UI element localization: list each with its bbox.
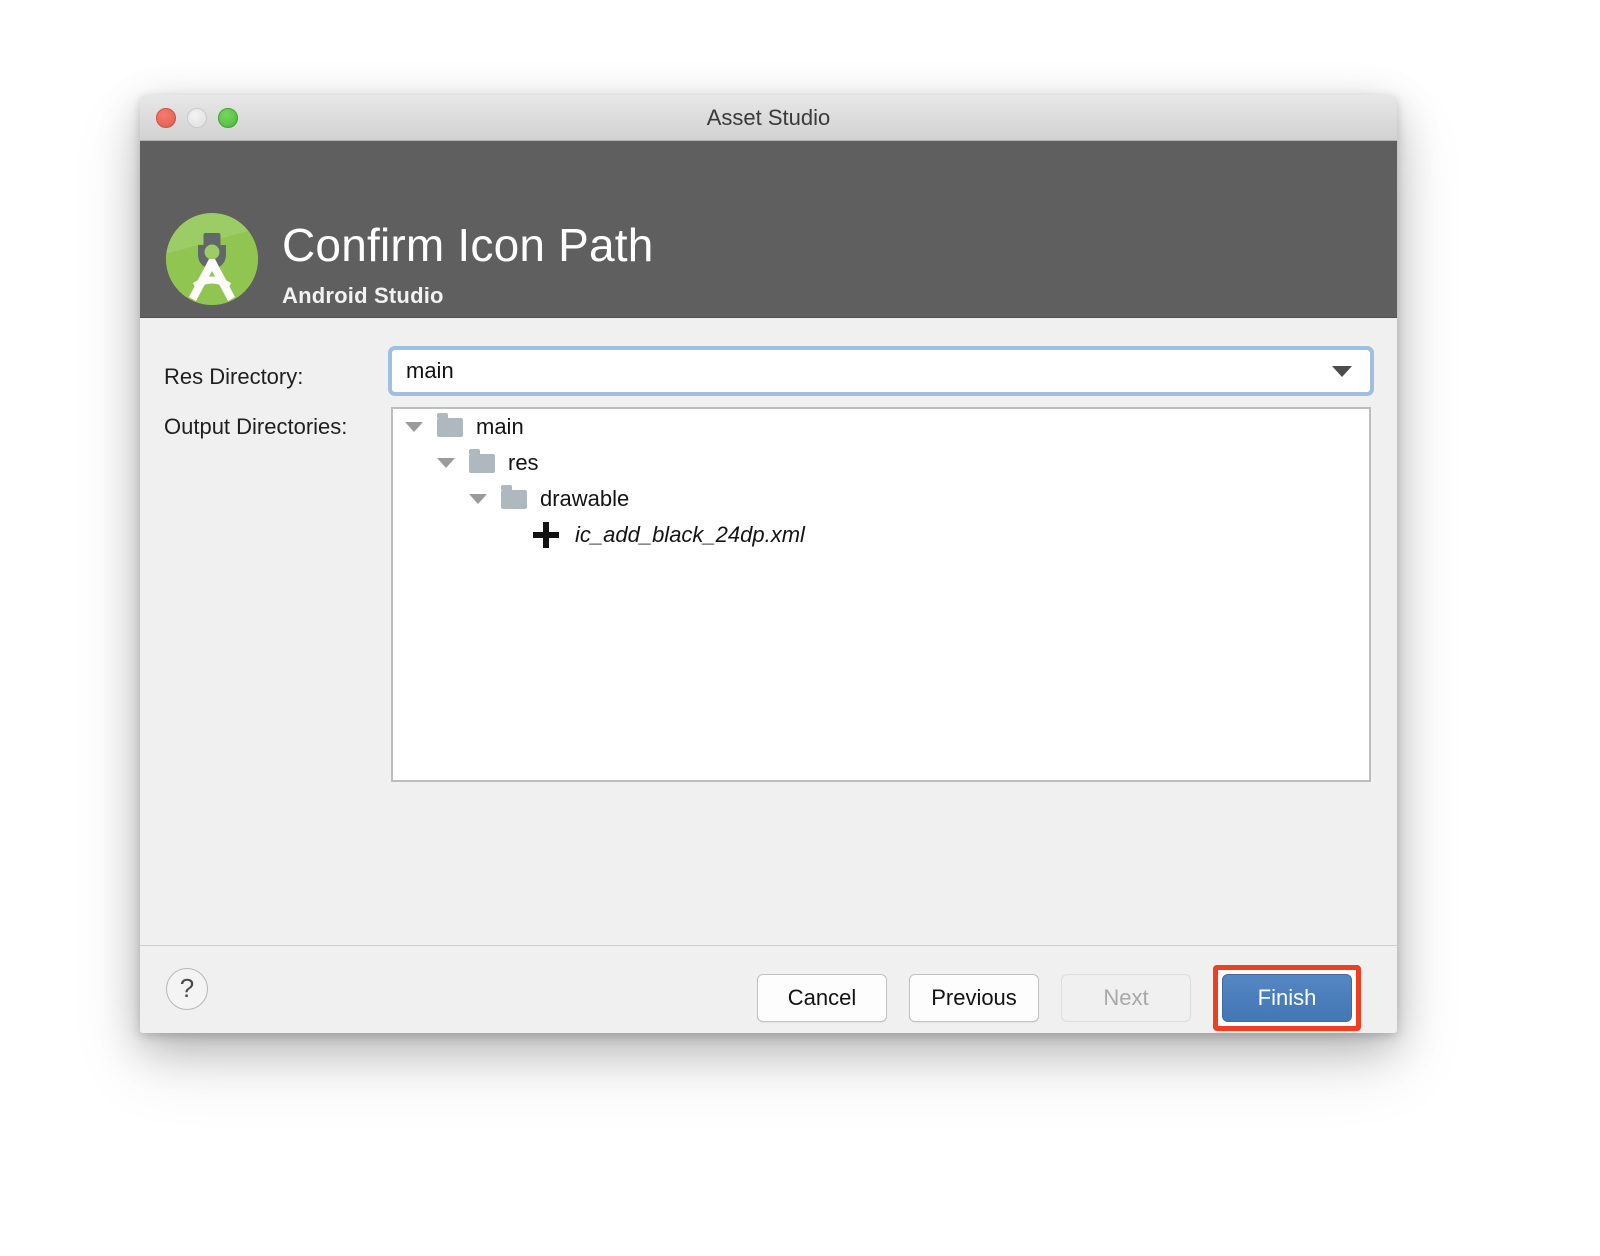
dialog-body: Res Directory: main Output Directories: …: [140, 318, 1397, 945]
footer-button-group: Cancel Previous Next Finish: [757, 965, 1361, 1031]
finish-button-highlight: Finish: [1213, 965, 1361, 1031]
folder-icon: [469, 454, 495, 473]
tree-node-label: drawable: [540, 486, 629, 512]
plus-icon: [533, 522, 559, 548]
chevron-down-icon[interactable]: [469, 494, 487, 504]
tree-node-label: main: [476, 414, 524, 440]
android-studio-logo-icon: [162, 209, 262, 309]
tree-node-drawable[interactable]: drawable: [393, 481, 1369, 517]
output-directories-tree[interactable]: main res drawable ic_add_black_24dp.xml: [391, 407, 1371, 782]
asset-studio-dialog: Asset Studio Confirm Icon: [140, 95, 1397, 1033]
page-subtitle: Android Studio: [282, 283, 654, 309]
previous-button[interactable]: Previous: [909, 974, 1039, 1022]
res-directory-combobox[interactable]: main: [391, 349, 1371, 393]
dialog-header: Confirm Icon Path Android Studio: [140, 141, 1397, 318]
chevron-down-icon[interactable]: [437, 458, 455, 468]
output-directories-label: Output Directories:: [164, 414, 347, 440]
tree-node-label: res: [508, 450, 539, 476]
tree-node-main[interactable]: main: [393, 409, 1369, 445]
header-text-block: Confirm Icon Path Android Studio: [282, 219, 654, 309]
window-titlebar: Asset Studio: [140, 95, 1397, 141]
page-title: Confirm Icon Path: [282, 219, 654, 271]
folder-icon: [437, 418, 463, 437]
res-directory-value: main: [406, 358, 1332, 384]
tree-node-label: ic_add_black_24dp.xml: [575, 522, 805, 548]
dialog-footer: ? Cancel Previous Next Finish: [140, 945, 1397, 1033]
finish-button[interactable]: Finish: [1222, 974, 1352, 1022]
cancel-button[interactable]: Cancel: [757, 974, 887, 1022]
tree-node-res[interactable]: res: [393, 445, 1369, 481]
chevron-down-icon[interactable]: [405, 422, 423, 432]
res-directory-label: Res Directory:: [164, 364, 303, 390]
folder-icon: [501, 490, 527, 509]
help-button[interactable]: ?: [166, 968, 208, 1010]
tree-node-file[interactable]: ic_add_black_24dp.xml: [393, 517, 1369, 553]
chevron-down-icon[interactable]: [1332, 366, 1352, 377]
window-title: Asset Studio: [140, 95, 1397, 140]
next-button: Next: [1061, 974, 1191, 1022]
